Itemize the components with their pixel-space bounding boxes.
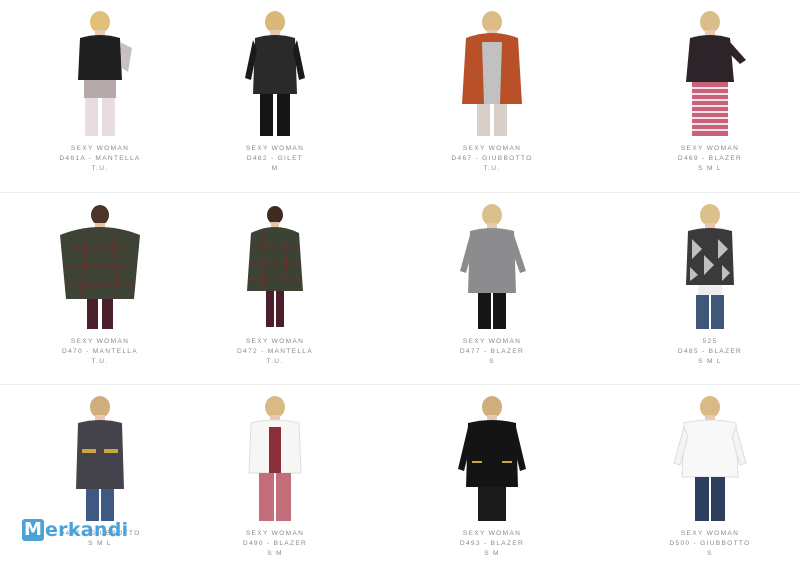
product-card[interactable]: SEXY WOMAN D462 - GILET M (175, 0, 375, 192)
product-code[interactable]: D469 - BLAZER (610, 154, 800, 164)
product-photo[interactable] (660, 8, 760, 138)
merkandi-watermark-logo: M erkandi (22, 518, 128, 542)
product-code[interactable]: D467 - GIUBBOTTO (392, 154, 592, 164)
product-card[interactable]: SEXY WOMAN D461A - MANTELLA T.U. (0, 0, 200, 192)
product-sizes: T.U. (266, 358, 284, 365)
product-brand: SEXY WOMAN (245, 145, 305, 152)
product-caption: SEXY WOMAN D470 - MANTELLA T.U. (0, 337, 200, 367)
product-photo[interactable] (50, 8, 150, 138)
product-code[interactable]: D485 - BLAZER (610, 347, 800, 357)
product-sizes: S M (267, 550, 283, 557)
product-photo[interactable] (225, 201, 325, 331)
product-caption: SEXY WOMAN D490 - BLAZER S M (175, 529, 375, 559)
product-photo[interactable] (50, 201, 150, 331)
product-code[interactable]: D462 - GILET (175, 154, 375, 164)
product-caption: 525 D485 - BLAZER S M L (610, 337, 800, 367)
product-caption: SEXY WOMAN D472 - MANTELLA T.U. (175, 337, 375, 367)
product-card[interactable]: SEXY WOMAN D500 - GIUBBOTTO S (610, 385, 800, 577)
product-brand: SEXY WOMAN (680, 145, 740, 152)
product-brand: SEXY WOMAN (70, 338, 130, 345)
product-sizes: S M (484, 550, 500, 557)
product-code[interactable]: D470 - MANTELLA (0, 347, 200, 357)
product-card[interactable]: D487 - GIUBBOTTO S M L (0, 385, 200, 577)
product-brand: SEXY WOMAN (245, 530, 305, 537)
product-caption: SEXY WOMAN D477 - BLAZER S (392, 337, 592, 367)
product-brand: SEXY WOMAN (462, 145, 522, 152)
product-card[interactable]: 525 D485 - BLAZER S M L (610, 193, 800, 385)
product-caption: SEXY WOMAN D500 - GIUBBOTTO S (610, 529, 800, 559)
product-brand: SEXY WOMAN (245, 338, 305, 345)
product-code[interactable]: D490 - BLAZER (175, 539, 375, 549)
product-sizes: T.U. (91, 165, 109, 172)
product-brand: SEXY WOMAN (70, 145, 130, 152)
product-caption: SEXY WOMAN D467 - GIUBBOTTO T.U. (392, 144, 592, 174)
product-photo[interactable] (442, 201, 542, 331)
product-caption: SEXY WOMAN D461A - MANTELLA T.U. (0, 144, 200, 174)
product-caption: SEXY WOMAN D469 - BLAZER S M L (610, 144, 800, 174)
product-card[interactable]: SEXY WOMAN D490 - BLAZER S M (175, 385, 375, 577)
product-photo[interactable] (660, 393, 760, 523)
merkandi-logo-mark: M (22, 519, 44, 541)
product-card[interactable]: SEXY WOMAN D469 - BLAZER S M L (610, 0, 800, 192)
product-brand: 525 (702, 338, 718, 345)
product-brand: SEXY WOMAN (680, 530, 740, 537)
product-row: D487 - GIUBBOTTO S M L SEXY WOMAN D490 -… (0, 384, 800, 577)
product-code[interactable]: D472 - MANTELLA (175, 347, 375, 357)
product-code[interactable]: D461A - MANTELLA (0, 154, 200, 164)
product-card[interactable]: SEXY WOMAN D472 - MANTELLA T.U. (175, 193, 375, 385)
product-photo[interactable] (225, 8, 325, 138)
product-sizes: S M L (698, 358, 722, 365)
product-card[interactable]: SEXY WOMAN D477 - BLAZER S (392, 193, 592, 385)
product-caption: SEXY WOMAN D493 - BLAZER S M (392, 529, 592, 559)
product-code[interactable]: D477 - BLAZER (392, 347, 592, 357)
product-row: SEXY WOMAN D470 - MANTELLA T.U. SEXY WOM… (0, 192, 800, 385)
product-caption: SEXY WOMAN D462 - GILET M (175, 144, 375, 174)
product-sizes: S M L (698, 165, 722, 172)
product-sizes: T.U. (91, 358, 109, 365)
product-photo[interactable] (50, 393, 150, 523)
product-brand: SEXY WOMAN (462, 530, 522, 537)
product-grid: SEXY WOMAN D461A - MANTELLA T.U. SEXY WO… (0, 0, 800, 567)
product-code[interactable]: D500 - GIUBBOTTO (610, 539, 800, 549)
product-photo[interactable] (442, 8, 542, 138)
product-sizes: S (489, 358, 495, 365)
product-sizes: S (707, 550, 713, 557)
product-row: SEXY WOMAN D461A - MANTELLA T.U. SEXY WO… (0, 0, 800, 192)
product-photo[interactable] (660, 201, 760, 331)
product-card[interactable]: SEXY WOMAN D470 - MANTELLA T.U. (0, 193, 200, 385)
product-photo[interactable] (225, 393, 325, 523)
product-card[interactable]: SEXY WOMAN D493 - BLAZER S M (392, 385, 592, 577)
product-photo[interactable] (442, 393, 542, 523)
product-brand: SEXY WOMAN (462, 338, 522, 345)
product-card[interactable]: SEXY WOMAN D467 - GIUBBOTTO T.U. (392, 0, 592, 192)
product-sizes: M (271, 165, 279, 172)
merkandi-logo-text: erkandi (45, 519, 129, 541)
product-code[interactable]: D493 - BLAZER (392, 539, 592, 549)
product-sizes: T.U. (483, 165, 501, 172)
